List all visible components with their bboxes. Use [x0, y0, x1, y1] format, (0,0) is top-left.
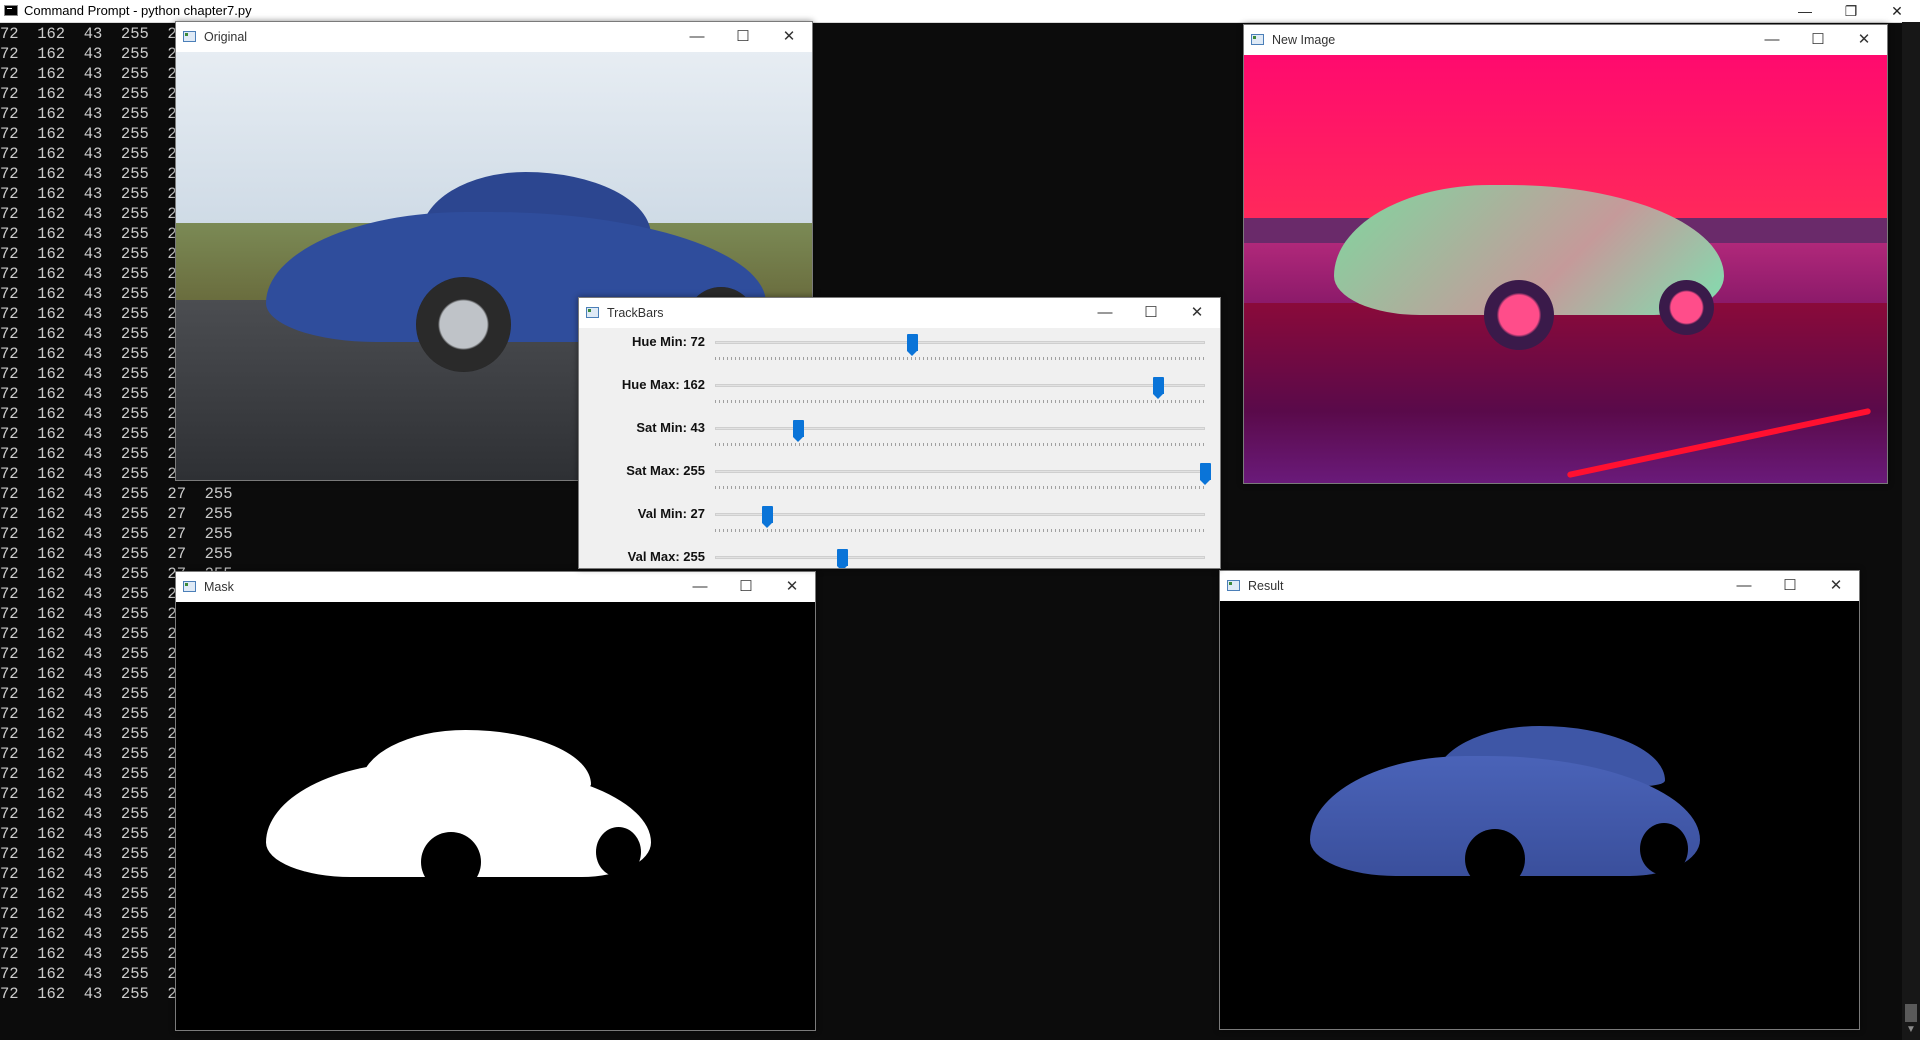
console-minimize-button[interactable]: — [1782, 0, 1828, 22]
original-minimize-button[interactable]: — [674, 22, 720, 52]
trackbar-track[interactable] [715, 513, 1205, 516]
trackbar-ticks [715, 486, 1205, 489]
mask-minimize-button[interactable]: — [677, 572, 723, 602]
trackbar-hue-max: Hue Max: 162 [579, 373, 1220, 415]
console-line: 72 162 43 255 27 255 [0, 505, 233, 523]
original-close-button[interactable]: ✕ [766, 22, 812, 52]
trackbar-ticks [715, 400, 1205, 403]
original-window-title: Original [204, 30, 248, 44]
console-titlebar[interactable]: Command Prompt - python chapter7.py — ❐ … [0, 0, 1920, 23]
mask-close-button[interactable]: ✕ [769, 572, 815, 602]
result-close-button[interactable]: ✕ [1813, 571, 1859, 601]
trackbar-track[interactable] [715, 470, 1205, 473]
trackbars-minimize-button[interactable]: — [1082, 298, 1128, 328]
new-image-maximize-button[interactable]: ☐ [1795, 25, 1841, 55]
console-line: 72 162 43 255 27 255 [0, 545, 233, 563]
trackbar-thumb[interactable] [1200, 463, 1211, 485]
scrollbar-thumb[interactable] [1905, 1004, 1917, 1022]
new-image-window[interactable]: New Image — ☐ ✕ [1243, 24, 1888, 484]
console-line: 72 162 43 255 27 255 [0, 485, 233, 503]
window-app-icon [586, 307, 599, 318]
window-app-icon [1227, 580, 1240, 591]
mask-image [176, 602, 815, 1030]
trackbar-ticks [715, 357, 1205, 360]
trackbars-close-button[interactable]: ✕ [1174, 298, 1220, 328]
console-title: Command Prompt - python chapter7.py [24, 3, 252, 18]
trackbar-label: Val Max: 255 [627, 549, 705, 564]
trackbars-panel: Hue Min: 72 Hue Max: 162 Sat Min: 43 Sat… [579, 328, 1220, 568]
result-titlebar[interactable]: Result — ☐ ✕ [1220, 571, 1859, 601]
new-image-window-title: New Image [1272, 33, 1336, 47]
trackbar-label: Hue Min: 72 [632, 334, 705, 349]
trackbar-label: Hue Max: 162 [621, 377, 705, 392]
result-image [1220, 601, 1859, 1029]
console-scrollbar[interactable]: ▼ [1902, 22, 1920, 1040]
trackbar-thumb[interactable] [907, 334, 919, 356]
result-window-title: Result [1248, 579, 1284, 593]
trackbar-sat-max: Sat Max: 255 [579, 459, 1220, 501]
trackbars-window-title: TrackBars [607, 306, 664, 320]
console-restore-button[interactable]: ❐ [1828, 0, 1874, 22]
trackbar-label: Sat Min: 43 [636, 420, 705, 435]
trackbar-thumb[interactable] [761, 506, 773, 528]
new-image-close-button[interactable]: ✕ [1841, 25, 1887, 55]
new-image-titlebar[interactable]: New Image — ☐ ✕ [1244, 25, 1887, 55]
original-titlebar[interactable]: Original — ☐ ✕ [176, 22, 812, 52]
result-window[interactable]: Result — ☐ ✕ [1219, 570, 1860, 1030]
trackbar-val-max: Val Max: 255 [579, 545, 1220, 568]
trackbars-maximize-button[interactable]: ☐ [1128, 298, 1174, 328]
mask-window-title: Mask [204, 580, 234, 594]
trackbar-ticks [715, 443, 1205, 446]
scroll-down-arrow-icon[interactable]: ▼ [1902, 1024, 1920, 1040]
console-close-button[interactable]: ✕ [1874, 0, 1920, 22]
console-line: 72 162 43 255 27 255 [0, 525, 233, 543]
new-image-minimize-button[interactable]: — [1749, 25, 1795, 55]
trackbar-ticks [715, 529, 1205, 532]
trackbar-label: Val Min: 27 [637, 506, 705, 521]
hsv-image [1244, 55, 1887, 483]
trackbar-val-min: Val Min: 27 [579, 502, 1220, 544]
trackbar-thumb[interactable] [837, 549, 849, 568]
window-app-icon [183, 581, 196, 592]
mask-maximize-button[interactable]: ☐ [723, 572, 769, 602]
trackbar-label: Sat Max: 255 [626, 463, 705, 478]
result-maximize-button[interactable]: ☐ [1767, 571, 1813, 601]
original-maximize-button[interactable]: ☐ [720, 22, 766, 52]
result-minimize-button[interactable]: — [1721, 571, 1767, 601]
command-prompt-icon [4, 5, 18, 16]
mask-titlebar[interactable]: Mask — ☐ ✕ [176, 572, 815, 602]
trackbar-track[interactable] [715, 384, 1205, 387]
trackbar-track[interactable] [715, 556, 1205, 559]
trackbars-window[interactable]: TrackBars — ☐ ✕ Hue Min: 72 Hue Max: 162… [578, 297, 1221, 569]
trackbar-thumb[interactable] [1153, 377, 1165, 399]
window-app-icon [183, 31, 196, 42]
trackbar-sat-min: Sat Min: 43 [579, 416, 1220, 458]
mask-window[interactable]: Mask — ☐ ✕ [175, 571, 816, 1031]
window-app-icon [1251, 34, 1264, 45]
trackbar-track[interactable] [715, 427, 1205, 430]
trackbar-thumb[interactable] [792, 420, 804, 442]
trackbar-track[interactable] [715, 341, 1205, 344]
trackbars-titlebar[interactable]: TrackBars — ☐ ✕ [579, 298, 1220, 328]
trackbar-hue-min: Hue Min: 72 [579, 330, 1220, 372]
